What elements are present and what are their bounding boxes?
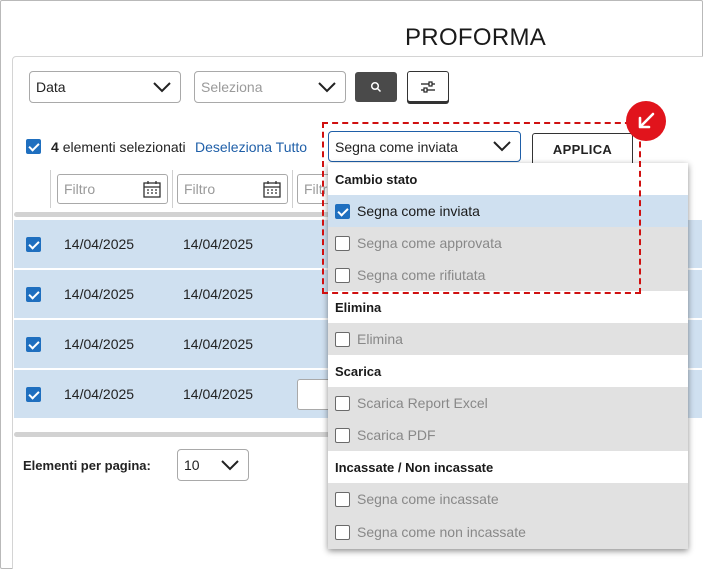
bulk-action-select[interactable]: Segna come inviata xyxy=(328,131,521,162)
horizontal-scrollbar[interactable] xyxy=(14,432,332,437)
row-checkbox[interactable] xyxy=(26,337,41,352)
option-label: Segna come approvata xyxy=(357,235,502,251)
row-date-2: 14/04/2025 xyxy=(183,236,254,252)
row-date-1: 14/04/2025 xyxy=(64,286,135,302)
date-select[interactable]: Data xyxy=(29,71,181,103)
option-checkbox xyxy=(335,331,350,347)
table-row[interactable]: 14/04/2025 14/04/2025 xyxy=(14,370,332,418)
dropdown-item-download-excel[interactable]: Scarica Report Excel xyxy=(328,387,688,419)
option-label: Elimina xyxy=(357,331,403,347)
column-divider xyxy=(172,170,173,208)
calendar-icon[interactable] xyxy=(263,180,281,198)
option-checkbox xyxy=(335,395,350,411)
selection-count-label: elementi selezionati xyxy=(62,139,186,155)
option-label: Segna come inviata xyxy=(357,203,480,219)
row-checkbox[interactable] xyxy=(26,387,41,402)
page-size-select[interactable]: 10 xyxy=(177,449,249,481)
date-select-value: Data xyxy=(36,79,66,95)
advanced-filter-button[interactable] xyxy=(407,71,449,102)
selection-count: 4 elementi selezionati xyxy=(51,139,186,155)
row-overflow-cell xyxy=(688,220,702,268)
filter-placeholder: Filtr xyxy=(304,181,328,197)
table-row[interactable]: 14/04/2025 14/04/2025 xyxy=(14,320,332,368)
page-size-label: Elementi per pagina: xyxy=(23,458,151,473)
selection-count-number: 4 xyxy=(51,139,59,155)
row-date-2: 14/04/2025 xyxy=(183,336,254,352)
dropdown-item-download-pdf[interactable]: Scarica PDF xyxy=(328,419,688,451)
option-label: Segna come rifiutata xyxy=(357,267,486,283)
row-date-1: 14/04/2025 xyxy=(64,336,135,352)
date-filter-input-2[interactable]: Filtro xyxy=(177,174,288,204)
column-divider xyxy=(50,170,51,208)
select-all-checkbox[interactable] xyxy=(26,139,41,154)
chevron-down-icon xyxy=(318,82,336,93)
row-checkbox[interactable] xyxy=(26,237,41,252)
row-date-2: 14/04/2025 xyxy=(183,386,254,402)
deselect-all-link[interactable]: Deseleziona Tutto xyxy=(195,139,307,155)
sliders-icon xyxy=(421,80,435,93)
filter-placeholder: Filtro xyxy=(64,181,96,197)
option-label: Segna come incassate xyxy=(357,491,499,507)
option-checkbox xyxy=(335,524,350,540)
column-divider xyxy=(292,170,293,208)
option-label: Segna come non incassate xyxy=(357,524,526,540)
dropdown-item-mark-not-cashed[interactable]: Segna come non incassate xyxy=(328,515,688,549)
dropdown-group-cashed: Incassate / Non incassate xyxy=(328,451,688,483)
option-checkbox xyxy=(335,267,350,283)
apply-button[interactable]: APPLICA xyxy=(532,133,633,166)
row-overflow-cell xyxy=(688,270,702,318)
dropdown-item-mark-rejected[interactable]: Segna come rifiutata xyxy=(328,259,688,291)
chevron-down-icon xyxy=(493,141,511,152)
search-field-placeholder: Seleziona xyxy=(201,79,263,95)
bulk-action-dropdown: Cambio stato Segna come inviata Segna co… xyxy=(328,163,688,549)
filter-placeholder: Filtro xyxy=(184,181,216,197)
date-filter-input-1[interactable]: Filtro xyxy=(57,174,168,204)
bulk-action-value: Segna come inviata xyxy=(335,138,458,155)
page-size-value: 10 xyxy=(184,457,200,473)
row-checkbox[interactable] xyxy=(26,287,41,302)
row-date-2: 14/04/2025 xyxy=(183,286,254,302)
dropdown-group-state: Cambio stato xyxy=(328,163,688,195)
row-overflow-cell xyxy=(688,370,702,418)
dropdown-item-mark-approved[interactable]: Segna come approvata xyxy=(328,227,688,259)
dropdown-item-mark-cashed[interactable]: Segna come incassate xyxy=(328,483,688,515)
option-label: Scarica PDF xyxy=(357,427,436,443)
row-overflow-cell xyxy=(688,320,702,368)
arrow-down-left-icon xyxy=(638,112,655,129)
dropdown-item-mark-sent[interactable]: Segna come inviata xyxy=(328,195,688,227)
search-button[interactable] xyxy=(355,72,397,102)
calendar-icon[interactable] xyxy=(143,180,161,198)
table-row[interactable]: 14/04/2025 14/04/2025 xyxy=(14,220,332,268)
dropdown-group-download: Scarica xyxy=(328,355,688,387)
search-field-select[interactable]: Seleziona xyxy=(194,71,346,103)
option-checkbox xyxy=(335,203,350,219)
option-label: Scarica Report Excel xyxy=(357,395,488,411)
row-date-1: 14/04/2025 xyxy=(64,236,135,252)
table-row[interactable]: 14/04/2025 14/04/2025 xyxy=(14,270,332,318)
horizontal-scrollbar[interactable] xyxy=(14,212,332,217)
search-icon xyxy=(370,81,382,93)
chevron-down-icon xyxy=(153,82,171,93)
dropdown-item-delete[interactable]: Elimina xyxy=(328,323,688,355)
annotation-arrow-badge xyxy=(626,101,666,141)
page-title: PROFORMA xyxy=(405,24,547,51)
dropdown-group-delete: Elimina xyxy=(328,291,688,323)
option-checkbox xyxy=(335,491,350,507)
option-checkbox xyxy=(335,235,350,251)
chevron-down-icon xyxy=(221,460,239,471)
row-date-1: 14/04/2025 xyxy=(64,386,135,402)
option-checkbox xyxy=(335,427,350,443)
